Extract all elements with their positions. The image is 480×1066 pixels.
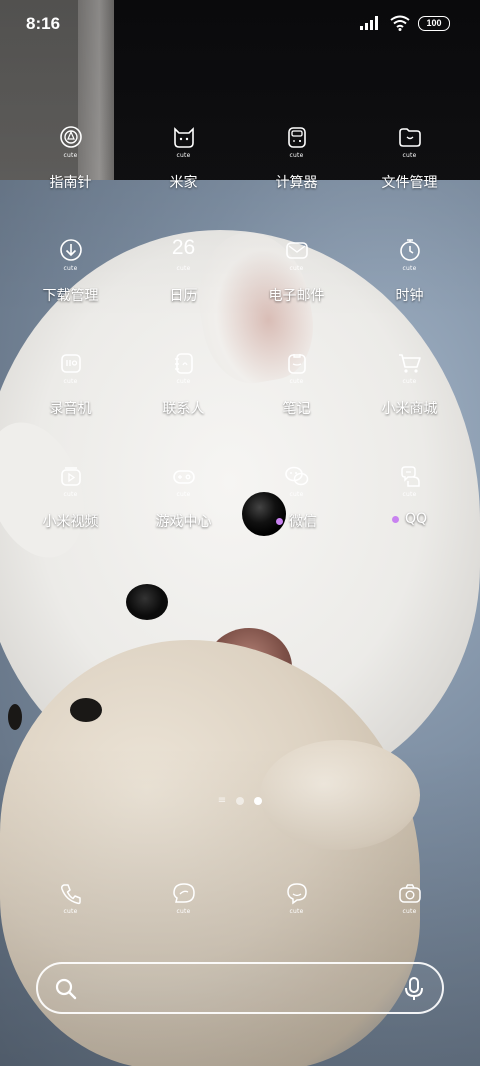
icon-badge-text: cute bbox=[289, 265, 304, 272]
app-label: 联系人 bbox=[162, 401, 205, 417]
app-file-manager[interactable]: cute 文件管理 bbox=[353, 118, 466, 231]
icon-badge-text: cute bbox=[63, 908, 78, 915]
battery-icon: 100 bbox=[418, 15, 450, 31]
icon-badge-text: cute bbox=[289, 152, 304, 159]
dock-app-camera[interactable]: cute bbox=[353, 874, 466, 934]
phone-icon: cute bbox=[51, 874, 91, 915]
app-label: 米家 bbox=[169, 175, 198, 191]
notes-icon: cute bbox=[277, 344, 317, 385]
app-row: cute 指南针 cute 米家 cute 计算器 cute 文件管理 bbox=[14, 118, 466, 231]
mijia-icon: cute bbox=[164, 118, 204, 159]
icon-badge-text: cute bbox=[402, 378, 417, 385]
app-row: cute 小米视频 cute 游戏中心 cute 微信 cute QQ bbox=[14, 457, 466, 570]
wechat-icon: cute bbox=[277, 457, 317, 498]
status-icons: 100 bbox=[360, 15, 450, 31]
calendar-date: 26 bbox=[171, 236, 196, 259]
status-bar: 8:16 100 bbox=[0, 0, 480, 50]
search-bar[interactable] bbox=[36, 962, 444, 1014]
folder-icon: cute bbox=[390, 118, 430, 159]
app-label: 时钟 bbox=[395, 288, 424, 304]
app-game-center[interactable]: cute 游戏中心 bbox=[127, 457, 240, 570]
dock-app-phone[interactable]: cute bbox=[14, 874, 127, 934]
icon-badge-text: cute bbox=[289, 908, 304, 915]
gamepad-icon: cute bbox=[164, 457, 204, 498]
contacts-icon: cute bbox=[164, 344, 204, 385]
icon-badge-text: cute bbox=[63, 265, 78, 272]
app-label: 录音机 bbox=[49, 401, 92, 417]
icon-badge-text: cute bbox=[402, 491, 417, 498]
app-label: 微信 bbox=[276, 511, 317, 531]
app-contacts[interactable]: cute 联系人 bbox=[127, 344, 240, 457]
search-icon[interactable] bbox=[54, 977, 78, 1001]
message-icon: cute bbox=[164, 874, 204, 915]
dock-app-browser[interactable]: cute bbox=[240, 874, 353, 934]
app-label: 笔记 bbox=[282, 401, 311, 417]
browser-icon: cute bbox=[277, 874, 317, 915]
app-download-manager[interactable]: cute 下载管理 bbox=[14, 231, 127, 344]
page-indicator[interactable]: ≡ bbox=[0, 796, 480, 806]
app-mi-store[interactable]: cute 小米商城 bbox=[353, 344, 466, 457]
app-row: cute 下载管理 26 cute 日历 cute 电子邮件 cute 时钟 bbox=[14, 231, 466, 344]
feed-page-icon[interactable]: ≡ bbox=[218, 796, 226, 806]
icon-badge-text: cute bbox=[289, 491, 304, 498]
app-email[interactable]: cute 电子邮件 bbox=[240, 231, 353, 344]
wifi-icon bbox=[390, 15, 410, 31]
app-mijia[interactable]: cute 米家 bbox=[127, 118, 240, 231]
microphone-icon[interactable] bbox=[402, 976, 426, 1002]
icon-badge-text: cute bbox=[402, 152, 417, 159]
dock-app-messages[interactable]: cute bbox=[127, 874, 240, 934]
icon-badge-text: cute bbox=[402, 265, 417, 272]
icon-badge-text: cute bbox=[176, 152, 191, 159]
video-icon: cute bbox=[51, 457, 91, 498]
app-row: cute 录音机 cute 联系人 cute 笔记 cute 小米商城 bbox=[14, 344, 466, 457]
status-time: 8:16 bbox=[26, 14, 61, 33]
app-calculator[interactable]: cute 计算器 bbox=[240, 118, 353, 231]
app-label: 电子邮件 bbox=[268, 288, 325, 304]
cart-icon: cute bbox=[390, 344, 430, 385]
app-calendar[interactable]: 26 cute 日历 bbox=[127, 231, 240, 344]
app-label: 小米视频 bbox=[42, 514, 99, 530]
app-notes[interactable]: cute 笔记 bbox=[240, 344, 353, 457]
icon-badge-text: cute bbox=[176, 908, 191, 915]
icon-badge-text: cute bbox=[176, 265, 191, 272]
dock: cute cute cute cute bbox=[14, 874, 466, 934]
icon-badge-text: cute bbox=[289, 378, 304, 385]
app-label: 计算器 bbox=[275, 175, 318, 191]
app-label: 下载管理 bbox=[42, 288, 99, 304]
recorder-icon: cute bbox=[51, 344, 91, 385]
app-qq[interactable]: cute QQ bbox=[353, 457, 466, 570]
clock-icon: cute bbox=[390, 231, 430, 272]
app-mi-video[interactable]: cute 小米视频 bbox=[14, 457, 127, 570]
page-dot-active[interactable] bbox=[254, 797, 263, 805]
qq-icon: cute bbox=[390, 457, 430, 498]
download-icon: cute bbox=[51, 231, 91, 272]
battery-level: 100 bbox=[418, 15, 450, 31]
app-clock[interactable]: cute 时钟 bbox=[353, 231, 466, 344]
icon-badge-text: cute bbox=[176, 491, 191, 498]
app-label: 指南针 bbox=[49, 175, 92, 191]
new-notification-dot bbox=[276, 517, 283, 525]
signal-icon bbox=[360, 16, 378, 30]
icon-badge-text: cute bbox=[402, 908, 417, 915]
app-wechat[interactable]: cute 微信 bbox=[240, 457, 353, 570]
icon-badge-text: cute bbox=[176, 378, 191, 385]
app-label: 日历 bbox=[169, 288, 198, 304]
icon-badge-text: cute bbox=[63, 152, 78, 159]
icon-badge-text: cute bbox=[63, 378, 78, 385]
new-notification-dot bbox=[391, 515, 399, 523]
app-label: QQ bbox=[391, 511, 427, 527]
calendar-icon: 26 cute bbox=[164, 231, 204, 272]
compass-icon: cute bbox=[51, 118, 91, 159]
camera-icon: cute bbox=[390, 874, 430, 915]
app-grid: cute 指南针 cute 米家 cute 计算器 cute 文件管理 cute… bbox=[14, 118, 466, 570]
app-recorder[interactable]: cute 录音机 bbox=[14, 344, 127, 457]
page-dot[interactable] bbox=[236, 797, 245, 805]
app-label: 文件管理 bbox=[381, 175, 438, 191]
icon-badge-text: cute bbox=[63, 491, 78, 498]
calculator-icon: cute bbox=[277, 118, 317, 159]
app-label: 小米商城 bbox=[381, 401, 438, 417]
app-compass[interactable]: cute 指南针 bbox=[14, 118, 127, 231]
mail-icon: cute bbox=[277, 231, 317, 272]
app-label: 游戏中心 bbox=[155, 514, 212, 530]
